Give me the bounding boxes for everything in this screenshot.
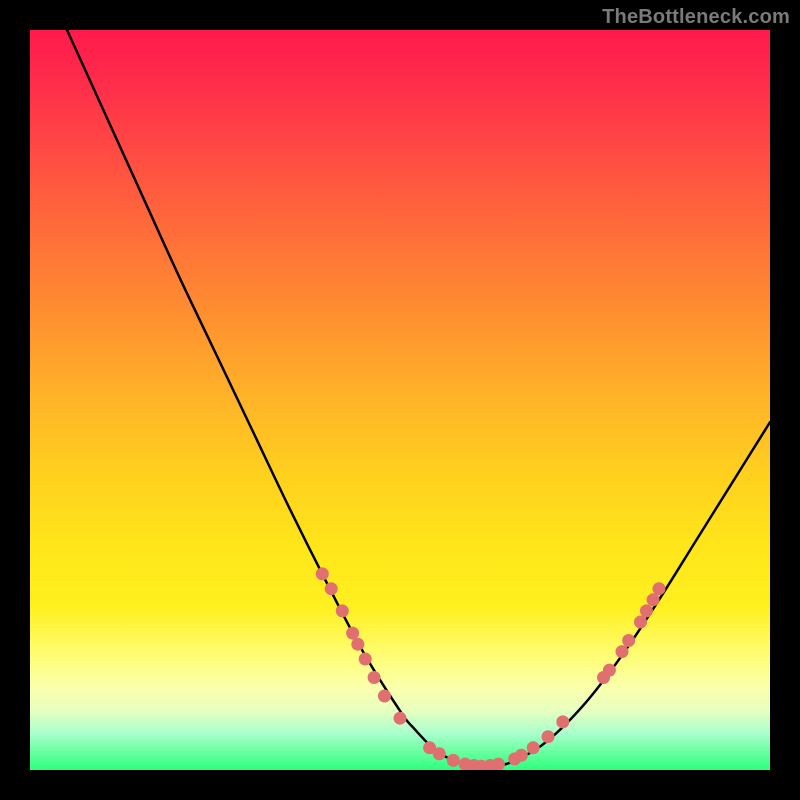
bottleneck-curve xyxy=(67,30,770,767)
data-marker xyxy=(634,616,647,629)
marker-group xyxy=(316,567,666,770)
data-marker xyxy=(447,754,460,767)
data-marker xyxy=(622,634,635,647)
data-marker xyxy=(359,653,372,666)
chart-frame: TheBottleneck.com xyxy=(0,0,800,800)
data-marker xyxy=(492,758,505,770)
data-marker xyxy=(351,638,364,651)
data-marker xyxy=(653,582,666,595)
data-marker xyxy=(325,582,338,595)
data-marker xyxy=(647,593,660,606)
data-marker xyxy=(346,627,359,640)
data-marker xyxy=(368,671,381,684)
chart-svg-layer xyxy=(30,30,770,770)
data-marker xyxy=(316,567,329,580)
data-marker xyxy=(640,604,653,617)
data-marker xyxy=(542,730,555,743)
plot-area xyxy=(30,30,770,770)
data-marker xyxy=(378,690,391,703)
data-marker xyxy=(616,645,629,658)
watermark-text: TheBottleneck.com xyxy=(602,6,790,29)
data-marker xyxy=(556,715,569,728)
data-marker xyxy=(515,749,528,762)
data-marker xyxy=(433,747,446,760)
data-marker xyxy=(603,664,616,677)
data-marker xyxy=(394,712,407,725)
data-marker xyxy=(527,741,540,754)
data-marker xyxy=(336,604,349,617)
